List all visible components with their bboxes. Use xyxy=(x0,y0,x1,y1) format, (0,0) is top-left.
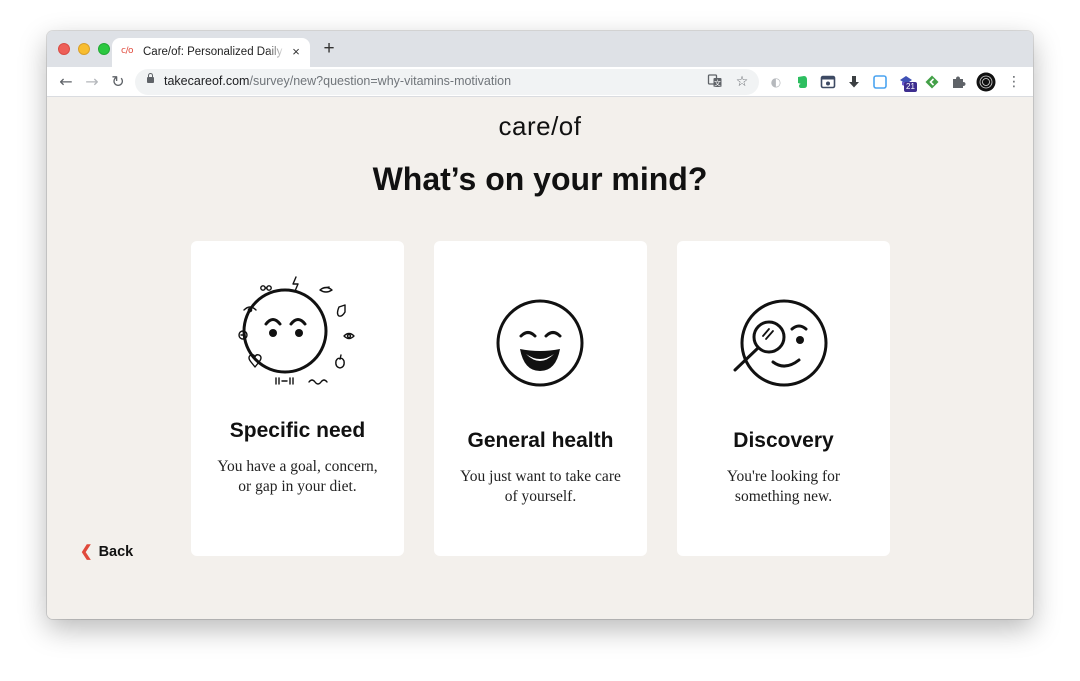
screenshot-icon[interactable] xyxy=(820,74,836,90)
extension-icon[interactable] xyxy=(872,74,888,90)
evernote-icon[interactable] xyxy=(794,74,810,90)
card-description: You just want to take care of yourself. xyxy=(460,468,621,505)
close-window-button[interactable] xyxy=(58,43,70,55)
reload-icon[interactable]: ↻ xyxy=(108,72,128,92)
translate-icon[interactable]: 文 xyxy=(706,73,724,91)
card-title: General health xyxy=(467,429,614,452)
url-path: /survey/new?question=why-vitamins-motiva… xyxy=(249,74,512,88)
url-text[interactable]: takecareof.com/survey/new?question=why-v… xyxy=(164,74,511,88)
back-label: Back xyxy=(98,544,134,560)
download-icon[interactable] xyxy=(846,74,862,90)
card-title: Discovery xyxy=(733,429,834,452)
tab-strip: c/o Care/of: Personalized Daily Vitamins… xyxy=(47,31,1033,67)
svg-text:文: 文 xyxy=(714,79,721,88)
card-description: You're looking for something new. xyxy=(726,468,841,505)
careof-logo[interactable]: care/of xyxy=(47,111,1033,142)
tab-title: Care/of: Personalized Daily Vitamins xyxy=(143,46,283,58)
profile-icon[interactable] xyxy=(976,72,996,92)
back-button[interactable]: ❮ Back xyxy=(80,542,133,560)
address-bar[interactable]: takecareof.com/survey/new?question=why-v… xyxy=(135,69,759,95)
puzzle-icon[interactable] xyxy=(950,74,966,90)
lock-icon[interactable] xyxy=(147,73,154,83)
survey-page: care/of What’s on your mind? Specific ne… xyxy=(47,97,1033,619)
tab-title-fade xyxy=(267,44,285,62)
option-card-specific-need[interactable]: Specific need You have a goal, concern, … xyxy=(191,241,404,556)
chevron-left-icon: ❮ xyxy=(80,543,93,560)
star-icon[interactable]: ☆ xyxy=(733,73,751,91)
grinning-face-icon xyxy=(434,241,647,401)
minimize-window-button[interactable] xyxy=(78,43,90,55)
kebab-menu-icon[interactable]: ⋮ xyxy=(1006,74,1022,90)
option-card-general-health[interactable]: General health You just want to take car… xyxy=(434,241,647,556)
careof-favicon-icon: c/o xyxy=(121,46,134,56)
url-host: takecareof.com xyxy=(164,74,250,88)
extension-icon[interactable]: ◐ xyxy=(768,74,784,90)
back-arrow-icon[interactable]: ← xyxy=(56,72,76,92)
option-card-discovery[interactable]: Discovery You're looking for something n… xyxy=(677,241,890,556)
face-with-wellness-icons-icon xyxy=(191,241,404,401)
browser-tab[interactable]: c/o Care/of: Personalized Daily Vitamins… xyxy=(112,38,310,67)
new-tab-button[interactable]: + xyxy=(320,39,338,58)
forward-arrow-icon[interactable]: → xyxy=(82,72,102,92)
browser-toolbar: ← → ↻ takecareof.com/survey/new?question… xyxy=(47,67,1033,97)
page-title: What’s on your mind? xyxy=(372,161,708,197)
extension-icon[interactable]: 21 xyxy=(898,74,917,92)
tab-close-icon[interactable]: × xyxy=(288,44,304,60)
browser-window: c/o Care/of: Personalized Daily Vitamins… xyxy=(47,31,1033,619)
extension-badge: 21 xyxy=(904,82,917,92)
card-description: You have a goal, concern, or gap in your… xyxy=(217,458,378,495)
monocle-face-icon xyxy=(677,241,890,401)
maximize-window-button[interactable] xyxy=(98,43,110,55)
card-title: Specific need xyxy=(229,419,366,442)
extension-icon[interactable] xyxy=(924,74,940,90)
